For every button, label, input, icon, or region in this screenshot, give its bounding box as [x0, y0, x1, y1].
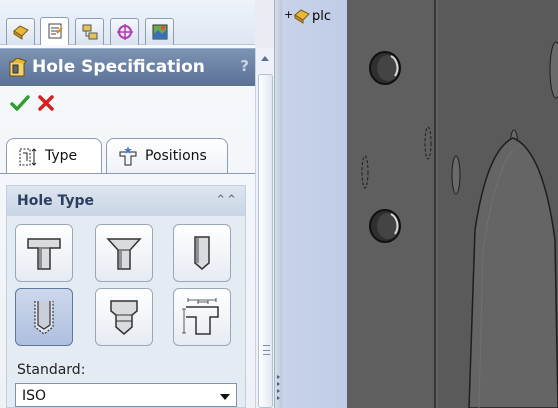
standard-value: ISO	[22, 388, 47, 404]
subtab-bar: Type Positions	[6, 138, 250, 173]
hole-type-group: Hole Type ⌃⌃ Standard: ISO	[6, 185, 246, 408]
dropdown-arrow-icon	[220, 394, 230, 400]
scrollbar-thumb[interactable]	[258, 74, 273, 408]
tab-type-label: Type	[45, 148, 78, 164]
countersink-button[interactable]	[95, 224, 153, 282]
tab-type[interactable]: Type	[6, 138, 102, 173]
grip-icon	[263, 345, 270, 355]
tree-node-label: plc	[312, 9, 332, 24]
part-icon	[294, 9, 310, 24]
tab-feature-manager[interactable]	[6, 18, 35, 45]
countersink-icon	[106, 238, 142, 270]
tab-dimxpert-manager[interactable]	[110, 18, 139, 45]
collapse-icon[interactable]: ⌃⌃	[215, 193, 237, 208]
tab-configuration-manager[interactable]	[75, 18, 104, 45]
standard-select[interactable]: ISO	[15, 383, 237, 407]
feature-manager-icon	[13, 25, 29, 40]
straight-tap-icon	[34, 301, 54, 335]
standard-label: Standard:	[17, 362, 86, 378]
group-title: Hole Type	[17, 193, 95, 209]
tab-display-manager[interactable]	[145, 18, 174, 45]
hole-icon	[194, 236, 210, 270]
panel-splitter[interactable]	[274, 0, 282, 408]
x-icon[interactable]	[36, 93, 56, 113]
expand-icon[interactable]: +	[284, 8, 293, 21]
scroll-up-icon[interactable]	[258, 52, 272, 66]
positions-icon	[119, 146, 137, 166]
tab-property-manager[interactable]	[40, 17, 69, 45]
hole-wizard-icon	[9, 58, 27, 77]
dimxpert-manager-icon	[117, 24, 133, 40]
counterbore-icon	[27, 238, 61, 270]
checkmark-icon[interactable]	[10, 93, 30, 113]
tapered-tap-icon	[110, 300, 138, 335]
manager-tab-bar	[0, 0, 255, 45]
property-manager-header: Hole Specification ?	[0, 48, 255, 86]
panel-scrollbar[interactable]	[255, 48, 274, 408]
type-icon	[19, 148, 37, 166]
help-button[interactable]: ?	[240, 57, 249, 75]
legacy-hole-button[interactable]	[173, 288, 231, 346]
group-header[interactable]: Hole Type ⌃⌃	[7, 186, 245, 216]
tab-positions[interactable]: Positions	[106, 138, 228, 173]
tapered-tap-button[interactable]	[95, 288, 153, 346]
straight-tap-button[interactable]	[15, 288, 73, 346]
part-model	[347, 0, 558, 408]
property-manager-icon	[48, 23, 63, 39]
graphics-viewport[interactable]: + plc	[282, 0, 558, 408]
divider	[0, 173, 255, 174]
display-manager-icon	[152, 24, 168, 40]
property-panel: Hole Specification ? Type Positions Hole	[0, 0, 255, 408]
page-title: Hole Specification	[32, 57, 205, 77]
hole-button[interactable]	[173, 224, 231, 282]
legacy-hole-icon	[182, 298, 219, 335]
tab-positions-label: Positions	[145, 148, 207, 164]
counterbore-button[interactable]	[15, 224, 73, 282]
configuration-manager-icon	[82, 24, 98, 40]
